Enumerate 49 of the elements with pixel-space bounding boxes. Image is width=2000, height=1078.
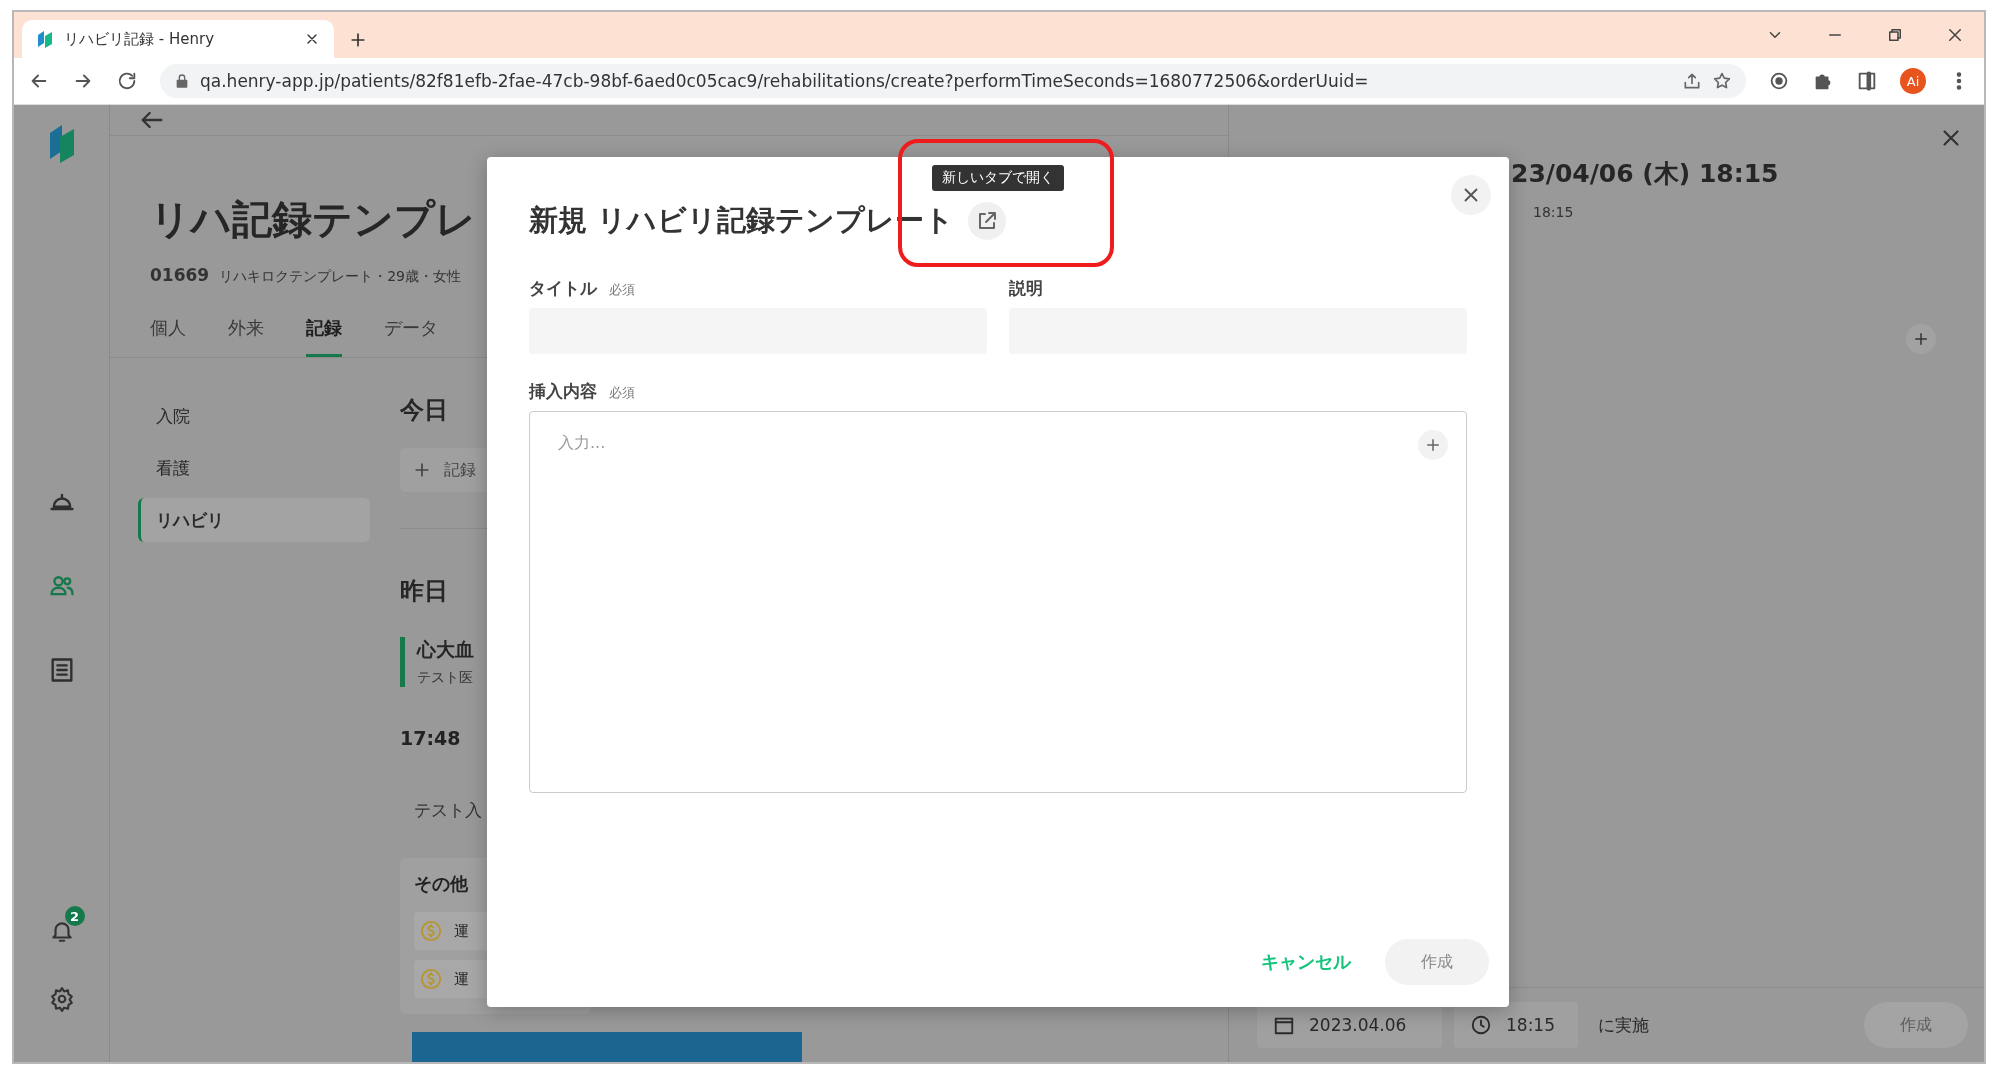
patient-title: リハ記録テンプレ	[150, 195, 476, 244]
detail-title: 23/04/06 (木) 18:15	[1511, 158, 1780, 190]
reload-icon[interactable]	[116, 70, 138, 92]
tooltip: 新しいタブで開く	[932, 165, 1064, 191]
settings-icon[interactable]	[48, 986, 75, 1012]
patient-summary: リハキロクテンプレート・29歳・女性	[219, 268, 461, 286]
record-nav-item[interactable]: 入院	[138, 394, 370, 438]
patient-tab[interactable]: 個人	[150, 316, 186, 357]
record-nav-item[interactable]: 看護	[138, 446, 370, 490]
group-title: その他	[414, 872, 469, 896]
patient-id: 01669	[150, 265, 210, 285]
app-logo-icon	[36, 30, 54, 48]
browser-tab[interactable]: リハビリ記録 - Henry	[22, 20, 334, 58]
open-new-tab-button[interactable]	[968, 202, 1007, 240]
restore-icon[interactable]	[1886, 26, 1904, 44]
detail-subtitle: 18:15	[1533, 204, 1575, 220]
side-panel-icon[interactable]	[1856, 70, 1878, 92]
lock-icon	[174, 73, 190, 89]
record-nav-item[interactable]: リハビリ	[138, 498, 370, 542]
extension-icon[interactable]	[1768, 70, 1790, 92]
required-label: 必須	[609, 384, 635, 402]
field-label: 説明	[1009, 277, 1043, 300]
coin-icon	[420, 920, 442, 942]
section-heading: 今日	[400, 395, 448, 426]
entry-time: 17:48	[400, 727, 461, 749]
perform-label: に実施	[1598, 1013, 1649, 1037]
address-bar[interactable]: qa.henry-app.jp/patients/82f81efb-2fae-47cb-98bf-6aed0c05cac9/rehabilitations/create?performTimeSeconds=1680772506&orderUuid=	[160, 64, 1746, 98]
field-label: タイトル	[529, 277, 597, 300]
patient-tab[interactable]: 外来	[228, 316, 264, 357]
section-heading: 昨日	[400, 576, 448, 607]
clock-icon	[1470, 1014, 1492, 1036]
note-text: テスト入	[414, 799, 482, 822]
patient-tab[interactable]: 記録	[306, 316, 342, 357]
notification-badge: 2	[64, 906, 85, 926]
profile-avatar[interactable]: Ai	[1900, 68, 1926, 94]
field-label: 挿入内容	[529, 380, 597, 403]
plus-icon	[1424, 436, 1442, 454]
patient-tab[interactable]: データ	[384, 316, 438, 357]
input-field[interactable]: 入力...	[558, 430, 1418, 454]
star-icon[interactable]	[1712, 71, 1732, 91]
share-icon[interactable]	[1682, 71, 1702, 91]
plus-icon	[1912, 330, 1930, 348]
time-field[interactable]: 18:15	[1454, 1002, 1578, 1048]
close-button[interactable]	[1451, 175, 1491, 215]
add-button[interactable]	[1906, 324, 1936, 354]
close-icon[interactable]	[1946, 26, 1964, 44]
coin-icon	[420, 968, 442, 990]
required-label: 必須	[609, 281, 635, 299]
add-button[interactable]	[1418, 430, 1448, 460]
